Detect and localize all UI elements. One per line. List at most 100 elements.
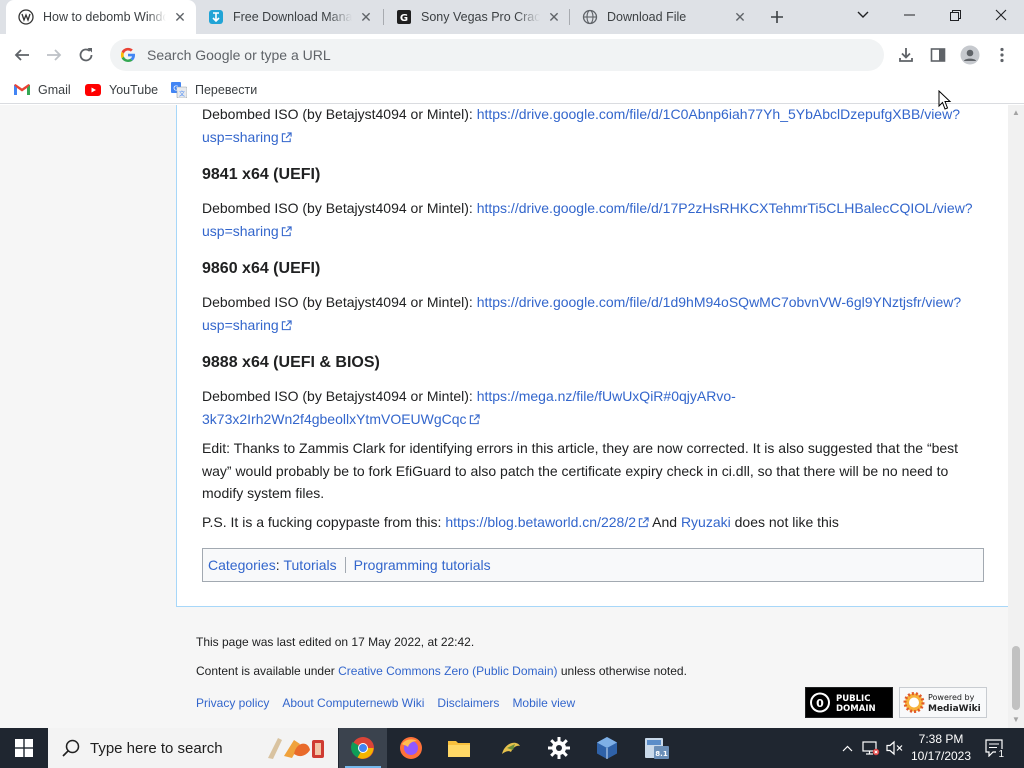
close-window-icon[interactable] xyxy=(978,0,1024,30)
iso-download-link[interactable]: usp=sharing xyxy=(202,129,292,145)
iso-download-link[interactable]: 3k73x2Irh2Wn2f4gbeollxYtmVOEUWgCqc xyxy=(202,411,480,427)
mobile-view-link[interactable]: Mobile view xyxy=(512,696,575,710)
ps-paragraph: P.S. It is a fucking copypaste from this… xyxy=(202,514,839,530)
mouse-cursor-icon xyxy=(938,90,952,110)
reload-icon[interactable] xyxy=(70,39,102,71)
page-viewport: Debombed ISO (by Betajyst4094 or Mintel)… xyxy=(0,105,1008,728)
forward-arrow-icon[interactable] xyxy=(38,39,70,71)
scroll-up-arrow-icon[interactable]: ▲ xyxy=(1012,109,1020,117)
clock-date: 10/17/2023 xyxy=(910,749,972,763)
public-domain-badge[interactable]: 0 PUBLIC DOMAIN xyxy=(805,687,893,718)
category-programming-tutorials-link[interactable]: Programming tutorials xyxy=(354,557,491,573)
public-domain-icon: 0 PUBLIC DOMAIN xyxy=(806,688,892,717)
taskbar-dragon-app-icon[interactable] xyxy=(487,728,535,768)
tab-title: Sony Vegas Pro Crack xyxy=(421,10,540,24)
footer-links: Privacy policy About Computernewb Wiki D… xyxy=(196,696,588,710)
svg-text:MediaWiki: MediaWiki xyxy=(928,704,981,714)
external-link-icon xyxy=(281,225,292,236)
tray-chevron-up-icon[interactable] xyxy=(838,728,856,768)
svg-text:G: G xyxy=(400,13,408,24)
about-link[interactable]: About Computernewb Wiki xyxy=(282,696,424,710)
external-link-icon xyxy=(638,517,649,528)
iso-download-link[interactable]: usp=sharing xyxy=(202,223,292,239)
clock-time: 7:38 PM xyxy=(918,732,964,746)
profile-avatar-icon[interactable] xyxy=(954,39,986,71)
translate-icon: G文 xyxy=(171,82,187,98)
tab-search-chevron-down-icon[interactable] xyxy=(840,0,886,30)
tab-title: Download File xyxy=(607,10,687,24)
category-separator xyxy=(344,557,346,573)
scroll-down-arrow-icon[interactable]: ▼ xyxy=(1012,716,1020,724)
scrollbar-thumb[interactable] xyxy=(1012,646,1020,710)
bookmark-youtube[interactable]: YouTube xyxy=(85,80,158,100)
taskbar-clock[interactable]: 7:38 PM 10/17/2023 xyxy=(906,731,976,765)
iso-download-link[interactable]: https://drive.google.com/file/d/17P2zHsR… xyxy=(477,200,973,216)
taskbar-settings-gear-icon[interactable] xyxy=(535,728,583,768)
iso-download-link[interactable]: https://drive.google.com/file/d/1C0Abnp6… xyxy=(477,106,960,122)
bookmark-label: Gmail xyxy=(38,83,71,97)
section-heading: 9888 x64 (UEFI & BIOS) xyxy=(202,354,380,371)
privacy-policy-link[interactable]: Privacy policy xyxy=(196,696,269,710)
taskbar-virtualbox-icon[interactable] xyxy=(583,728,631,768)
taskbar-search-placeholder: Type here to search xyxy=(90,739,223,757)
ryuzaki-user-link[interactable]: Ryuzaki xyxy=(681,514,731,530)
tab-close-icon[interactable]: ✕ xyxy=(546,9,562,25)
side-panel-icon[interactable] xyxy=(922,39,954,71)
section-heading: 9860 x64 (UEFI) xyxy=(202,260,321,277)
network-icon[interactable] xyxy=(860,728,882,768)
bookmark-label: Перевести xyxy=(195,83,258,97)
google-g-icon xyxy=(120,47,136,63)
windows-taskbar: Type here to search 8.1 7:38 PM 10/17/20… xyxy=(0,728,1024,768)
tab-title: Free Download Manager xyxy=(233,10,352,24)
bookmark-gmail[interactable]: Gmail xyxy=(14,80,71,100)
tab-how-to-debomb[interactable]: How to debomb Windows ✕ xyxy=(6,0,196,34)
page-scrollbar[interactable]: ▲ ▼ xyxy=(1008,105,1024,728)
tab-strip: How to debomb Windows ✕ Free Download Ma… xyxy=(0,0,1024,34)
categories-box: Categories: Tutorials Programming tutori… xyxy=(202,548,984,582)
taskbar-calculator-icon[interactable]: 8.1 xyxy=(633,728,681,768)
taskbar-file-explorer-icon[interactable] xyxy=(435,728,483,768)
external-link-icon xyxy=(281,131,292,142)
new-tab-plus-icon[interactable] xyxy=(765,5,789,29)
categories-label-link[interactable]: Categories xyxy=(208,557,276,573)
omnibox-input[interactable] xyxy=(147,47,847,63)
notification-center-icon[interactable]: 1 xyxy=(980,728,1010,768)
category-tutorials-link[interactable]: Tutorials xyxy=(283,557,336,573)
tab-download-file[interactable]: Download File ✕ xyxy=(570,0,756,34)
gmail-icon xyxy=(14,82,30,98)
disclaimers-link[interactable]: Disclaimers xyxy=(437,696,499,710)
address-bar[interactable] xyxy=(110,39,884,71)
tab-close-icon[interactable]: ✕ xyxy=(358,9,374,25)
back-arrow-icon[interactable] xyxy=(6,39,38,71)
svg-text:DOMAIN: DOMAIN xyxy=(836,704,876,714)
tab-close-icon[interactable]: ✕ xyxy=(732,9,748,25)
iso-line: Debombed ISO (by Betajyst4094 or Mintel)… xyxy=(202,200,973,239)
bookmark-translate[interactable]: G文 Перевести xyxy=(171,80,257,100)
powered-by-mediawiki-badge[interactable]: Powered by MediaWiki xyxy=(899,687,987,718)
taskbar-search-box[interactable]: Type here to search xyxy=(48,728,338,768)
globe-icon xyxy=(582,9,598,25)
tab-title: How to debomb Windows xyxy=(43,10,166,24)
taskbar-firefox-icon[interactable] xyxy=(387,728,435,768)
minimize-icon[interactable] xyxy=(886,0,932,30)
blog-betaworld-link[interactable]: https://blog.betaworld.cn/228/2 xyxy=(445,514,649,530)
tab-sony-vegas[interactable]: G Sony Vegas Pro Crack ✕ xyxy=(384,0,570,34)
search-icon xyxy=(62,739,80,757)
tab-free-download-manager[interactable]: Free Download Manager ✕ xyxy=(196,0,382,34)
external-link-icon xyxy=(281,319,292,330)
svg-text:PUBLIC: PUBLIC xyxy=(836,694,870,704)
restore-icon[interactable] xyxy=(932,0,978,30)
menu-kebab-icon[interactable] xyxy=(986,39,1018,71)
license-link[interactable]: Creative Commons Zero (Public Domain) xyxy=(338,664,557,678)
windows-start-icon[interactable] xyxy=(0,728,48,768)
last-edited-text: This page was last edited on 17 May 2022… xyxy=(196,635,475,649)
download-icon[interactable] xyxy=(890,39,922,71)
volume-muted-icon[interactable] xyxy=(884,728,906,768)
search-highlight-art-icon xyxy=(268,738,324,759)
taskbar-chrome-icon[interactable] xyxy=(339,728,387,768)
fdm-favicon-icon xyxy=(208,9,224,25)
iso-download-link[interactable]: usp=sharing xyxy=(202,317,292,333)
iso-download-link[interactable]: https://mega.nz/file/fUwUxQiR#0qjyARvo- xyxy=(477,388,736,404)
tab-close-icon[interactable]: ✕ xyxy=(172,9,188,25)
iso-download-link[interactable]: https://drive.google.com/file/d/1d9hM94o… xyxy=(477,294,962,310)
